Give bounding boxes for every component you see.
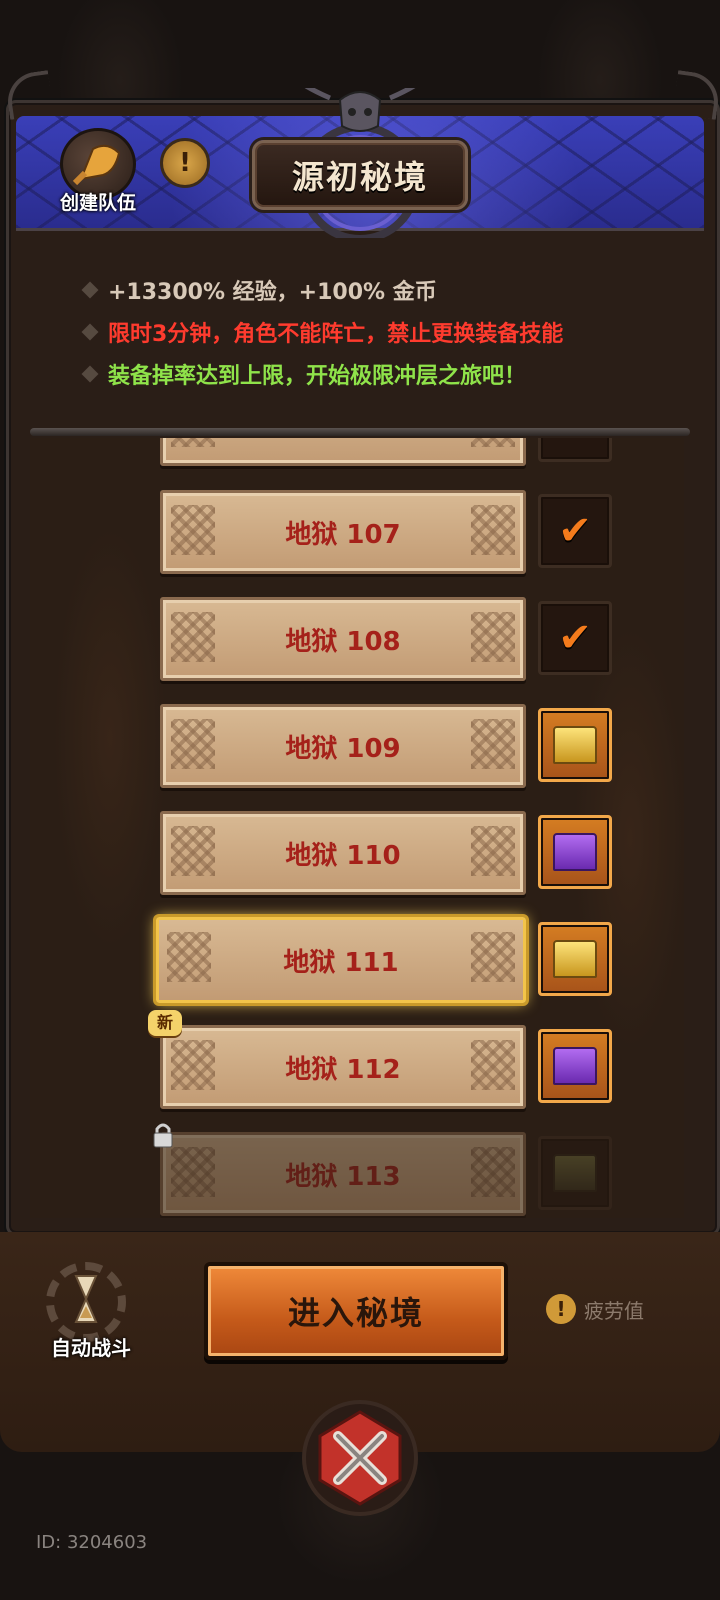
fatigue-warning-icon: ! <box>546 1294 576 1324</box>
level-button-112[interactable]: 地狱 112 <box>160 1025 526 1109</box>
bonus-info: +13300% 经验，+100% 金币 限时3分钟，角色不能阵亡，禁止更换装备技… <box>40 260 680 430</box>
reward-chest-109[interactable] <box>538 708 612 782</box>
check-icon: ✔ <box>558 615 592 661</box>
hourglass-icon <box>74 1275 98 1323</box>
lock-icon <box>153 1123 173 1148</box>
fatigue-label: 疲劳值 <box>584 1298 644 1323</box>
auto-battle-label: 自动战斗 <box>51 1336 131 1360</box>
enter-realm-button[interactable]: 进入秘境 <box>204 1262 508 1360</box>
level-button-109[interactable]: 地狱 109 <box>160 704 526 788</box>
bonus-line-rules: 限时3分钟，角色不能阵亡，禁止更换装备技能 <box>108 322 564 347</box>
level-button-111[interactable]: 地狱 111 <box>156 917 526 1003</box>
level-label: 地狱 110 <box>285 840 401 871</box>
level-button-110[interactable]: 地狱 110 <box>160 811 526 895</box>
info-icon[interactable]: ! <box>160 138 210 188</box>
create-team-label: 创建队伍 <box>59 192 136 214</box>
bullet-icon <box>81 365 99 383</box>
level-label: 地狱 111 <box>283 947 399 978</box>
level-label: 地狱 107 <box>285 519 401 550</box>
create-team-button[interactable]: 创建队伍 <box>48 126 148 220</box>
close-icon[interactable] <box>300 1398 420 1518</box>
level-row-partial <box>160 438 526 466</box>
divider <box>30 428 690 436</box>
level-button-107[interactable]: 地狱 107 <box>160 490 526 574</box>
auto-battle-button[interactable]: 自动战斗 <box>36 1262 146 1362</box>
reward-chest-111[interactable] <box>538 922 612 996</box>
fatigue-info[interactable]: ! 疲劳值 <box>546 1292 644 1326</box>
reward-claimed-108: ✔ <box>538 601 612 675</box>
bonus-line-exp: +13300% 经验，+100% 金币 <box>108 280 437 305</box>
enter-realm-label: 进入秘境 <box>287 1294 424 1332</box>
title-plate: 源初秘境 <box>252 140 468 210</box>
reward-chest-112[interactable] <box>538 1029 612 1103</box>
reward-chest-110[interactable] <box>538 815 612 889</box>
level-button-113[interactable]: 地狱 113 <box>160 1132 526 1216</box>
check-icon: ✔ <box>558 508 592 554</box>
bullet-icon <box>81 281 99 299</box>
purple-chest-icon <box>553 833 597 871</box>
reward-claimed-107: ✔ <box>538 494 612 568</box>
reward-chest-113 <box>538 1136 612 1210</box>
reward-slot-partial <box>538 438 612 462</box>
level-label: 地狱 112 <box>285 1054 401 1085</box>
new-badge: 新 <box>148 1010 182 1036</box>
bullet-icon <box>81 323 99 341</box>
user-id: ID: 3204603 <box>36 1532 148 1553</box>
locked-chest-icon <box>553 1154 597 1192</box>
level-button-108[interactable]: 地狱 108 <box>160 597 526 681</box>
level-label: 地狱 108 <box>285 626 401 657</box>
gold-chest-icon <box>553 726 597 764</box>
page-title: 源初秘境 <box>291 158 428 196</box>
level-label: 地狱 113 <box>285 1161 401 1192</box>
level-list[interactable]: 地狱 107 ✔ 地狱 108 ✔ 地狱 109 地狱 110 地狱 111 地… <box>30 438 684 1218</box>
bonus-line-drop: 装备掉率达到上限，开始极限冲层之旅吧！ <box>108 364 527 389</box>
purple-chest-icon <box>553 1047 597 1085</box>
level-label: 地狱 109 <box>285 733 401 764</box>
gold-chest-icon <box>553 940 597 978</box>
